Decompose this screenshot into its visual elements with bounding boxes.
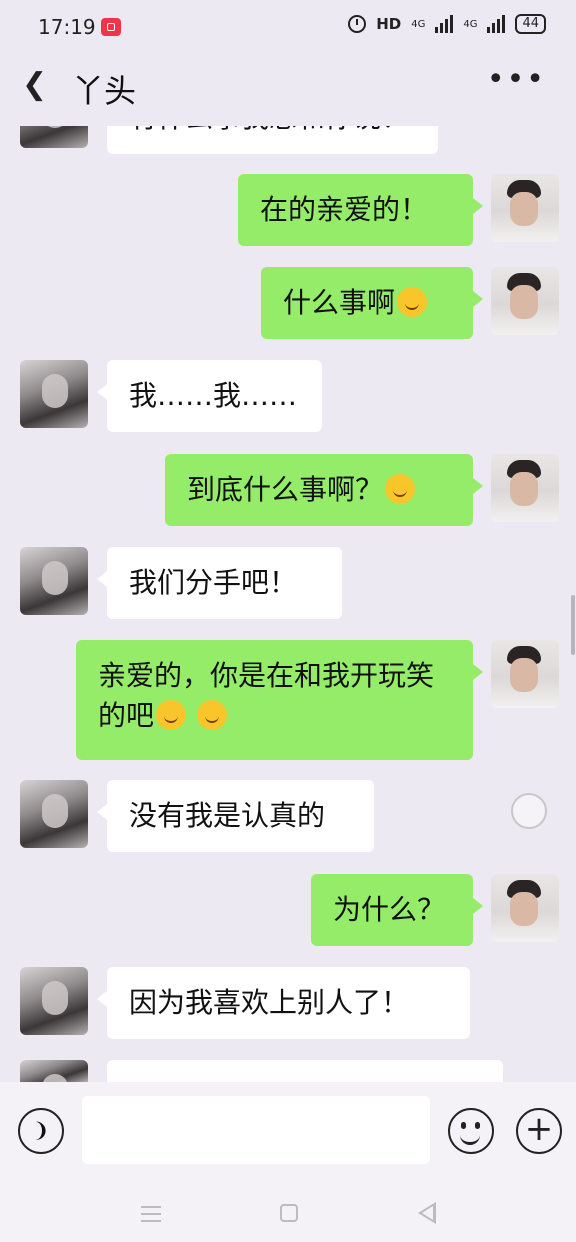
message-text: 我……我…… <box>129 379 298 412</box>
tongue-wink-emoji-icon <box>385 474 416 504</box>
message-text: 在的亲爱的！ <box>260 193 429 226</box>
outgoing-message[interactable]: 亲爱的，你是在和我开玩笑的吧 <box>76 640 483 760</box>
scrollbar[interactable] <box>571 595 575 655</box>
floating-circle-button[interactable] <box>511 793 547 829</box>
signal-icon <box>435 15 454 33</box>
status-time: 17:19 <box>38 15 96 39</box>
outgoing-message[interactable]: 什么事啊 <box>261 267 483 339</box>
incoming-message[interactable] <box>97 1060 503 1100</box>
message-text: 我们分手吧！ <box>129 566 298 599</box>
contact-avatar[interactable] <box>20 547 88 615</box>
chat-header-overlay: ❮ 丫头 ••• <box>0 56 576 116</box>
message-text: 因为我喜欢上别人了！ <box>129 986 410 1019</box>
my-avatar[interactable] <box>491 267 559 335</box>
message-text: 为什么？ <box>333 893 446 926</box>
grinning-face-emoji-icon <box>156 700 187 730</box>
voice-input-button[interactable]: ❩ <box>18 1108 64 1154</box>
my-avatar[interactable] <box>491 174 559 242</box>
back-arrow-icon-overlay[interactable]: ❮ <box>22 70 47 100</box>
screen-record-icon <box>101 18 121 36</box>
status-icons: HD 4G 4G 44 <box>348 14 546 34</box>
recent-apps-icon[interactable] <box>141 1206 161 1208</box>
message-text: 没有我是认真的 <box>129 799 326 832</box>
network-type-left: 4G <box>411 18 426 30</box>
more-actions-button[interactable]: + <box>516 1108 562 1154</box>
smiling-face-emoji-icon <box>397 287 428 317</box>
battery-icon: 44 <box>515 14 546 34</box>
contact-avatar[interactable] <box>20 360 88 428</box>
contact-avatar[interactable] <box>20 967 88 1035</box>
chat-title-overlay: 丫头 <box>72 72 137 110</box>
incoming-message[interactable]: 我……我…… <box>97 360 322 432</box>
network-type-right: 4G <box>463 18 478 30</box>
contact-avatar[interactable] <box>20 780 88 848</box>
contact-avatar[interactable] <box>20 1060 88 1082</box>
my-avatar[interactable] <box>491 640 559 708</box>
more-options-icon-overlay[interactable]: ••• <box>487 62 546 97</box>
message-text: 到底什么事啊？ <box>187 473 384 506</box>
signal-icon-2 <box>487 15 506 33</box>
outgoing-message[interactable]: 在的亲爱的！ <box>238 174 483 246</box>
outgoing-message[interactable]: 到底什么事啊？ <box>165 454 483 526</box>
incoming-message[interactable]: 我们分手吧！ <box>97 547 342 619</box>
plus-icon: + <box>524 1109 554 1149</box>
message-input[interactable] <box>82 1096 430 1164</box>
home-icon[interactable] <box>280 1204 298 1222</box>
outgoing-message[interactable]: 为什么？ <box>311 874 483 946</box>
system-back-icon[interactable] <box>418 1202 436 1224</box>
emoji-button[interactable] <box>448 1108 494 1154</box>
my-avatar[interactable] <box>491 874 559 942</box>
system-nav-bar <box>0 1182 576 1242</box>
status-bar: 17:19 HD 4G 4G 44 <box>0 0 576 56</box>
incoming-message[interactable]: 因为我喜欢上别人了！ <box>97 967 470 1039</box>
alarm-icon <box>348 15 367 33</box>
incoming-message[interactable]: 没有我是认真的 <box>97 780 374 852</box>
grinning-face-emoji-icon <box>196 700 227 730</box>
input-bar: ❩ + <box>0 1082 576 1182</box>
my-avatar[interactable] <box>491 454 559 522</box>
voice-icon: ❩ <box>32 1118 50 1142</box>
message-text: 亲爱的，你是在和我开玩笑的吧 <box>98 659 435 732</box>
hd-indicator: HD <box>376 15 402 33</box>
message-text: 什么事啊 <box>283 286 396 319</box>
